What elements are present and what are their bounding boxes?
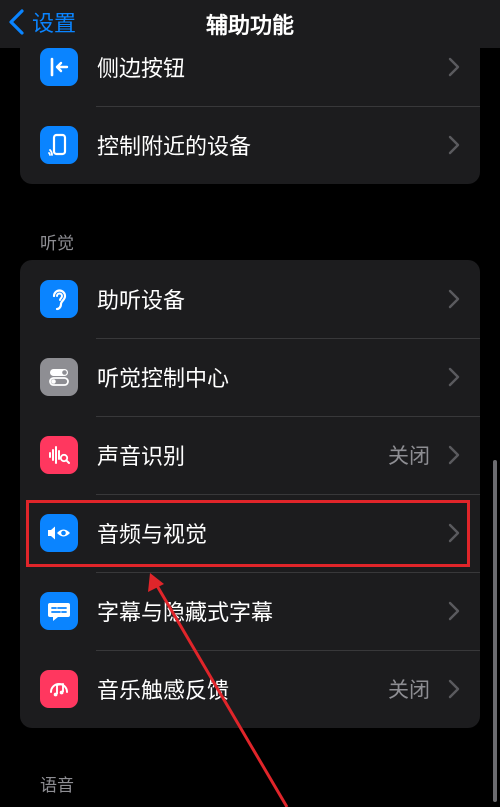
chevron-right-icon	[448, 57, 460, 77]
sound-wave-icon	[40, 436, 78, 474]
list-item-label: 侧边按钮	[97, 57, 186, 82]
chevron-right-icon	[448, 445, 460, 465]
list-item-audio-visual[interactable]: 音频与视觉	[20, 494, 480, 572]
list-item-label: 控制附近的设备	[97, 135, 252, 160]
chevron-right-icon	[448, 367, 460, 387]
list-item-value: 关闭	[388, 678, 430, 702]
section-header-hearing: 听觉	[40, 234, 74, 254]
speaker-eye-icon	[40, 514, 78, 552]
list-item-label: 听觉控制中心	[97, 367, 230, 392]
side-button-icon	[40, 48, 78, 86]
settings-group-hearing: 助听设备 听觉控制中心 声音识别 关闭 音频与视觉 字幕与隐藏式字幕 音乐触感反…	[20, 260, 480, 728]
list-item-label: 助听设备	[97, 289, 186, 314]
list-item-value: 关闭	[388, 444, 430, 468]
chevron-right-icon	[448, 679, 460, 699]
caption-icon	[40, 592, 78, 630]
navigation-bar: 设置 辅助功能	[0, 0, 500, 48]
list-item-subtitles-captioning[interactable]: 字幕与隐藏式字幕	[20, 572, 480, 650]
page-title: 辅助功能	[205, 14, 294, 39]
list-item-nearby-devices[interactable]: 控制附近的设备	[20, 106, 480, 184]
list-item-music-haptics[interactable]: 音乐触感反馈 关闭	[20, 650, 480, 728]
list-item-label: 声音识别	[97, 445, 186, 470]
list-item-label: 音频与视觉	[97, 523, 208, 548]
music-haptics-icon	[40, 670, 78, 708]
ear-icon	[40, 280, 78, 318]
chevron-right-icon	[448, 135, 460, 155]
list-item-label: 音乐触感反馈	[97, 679, 230, 704]
list-item-sound-recognition[interactable]: 声音识别 关闭	[20, 416, 480, 494]
nearby-devices-icon	[40, 126, 78, 164]
list-item-hearing-devices[interactable]: 助听设备	[20, 260, 480, 338]
chevron-right-icon	[448, 601, 460, 621]
list-item-label: 字幕与隐藏式字幕	[97, 601, 274, 626]
toggles-icon	[40, 358, 78, 396]
chevron-right-icon	[448, 289, 460, 309]
chevron-right-icon	[448, 523, 460, 543]
section-header-speech: 语音	[40, 776, 74, 796]
list-item-hearing-control-center[interactable]: 听觉控制中心	[20, 338, 480, 416]
settings-group-controls: 侧边按钮 控制附近的设备	[20, 28, 480, 184]
scroll-indicator[interactable]	[493, 460, 497, 802]
